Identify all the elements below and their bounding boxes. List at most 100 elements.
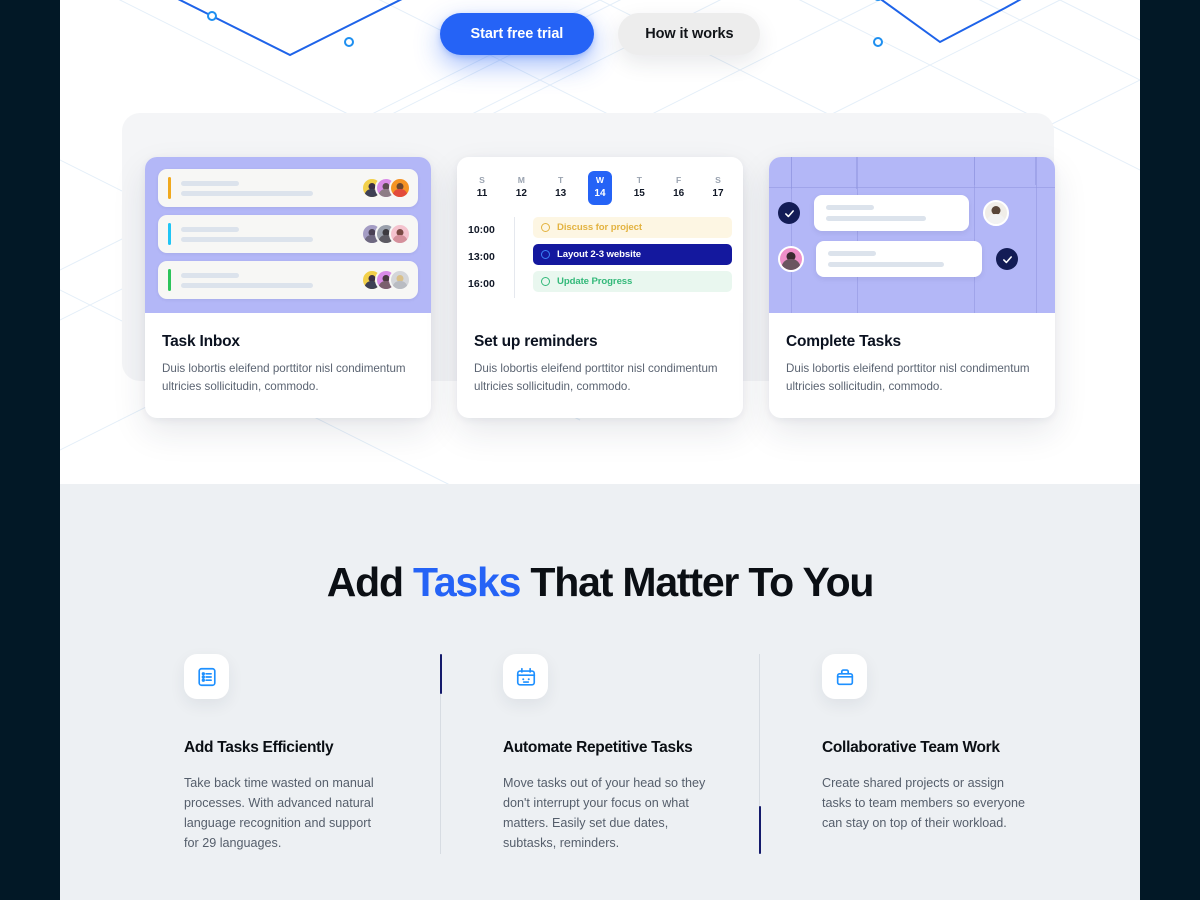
task-accent-bar: [168, 223, 171, 245]
list-checklist-icon: [184, 654, 229, 699]
day-of-week: S: [479, 175, 485, 185]
feature-column-add-tasks-efficiently: Add Tasks Efficiently Take back time was…: [122, 654, 440, 854]
task-row[interactable]: [158, 215, 418, 253]
features-section: Add Tasks That Matter To You Add Tasks E…: [60, 484, 1140, 900]
check-circle-icon[interactable]: [996, 248, 1018, 270]
feature-title: Collaborative Team Work: [822, 739, 1000, 756]
event-status-circle-icon: [541, 249, 550, 259]
day-number: 14: [594, 187, 606, 199]
avatar: [389, 177, 411, 199]
task-accent-bar: [168, 269, 171, 291]
avatar-group: [361, 269, 411, 291]
day-of-week: W: [595, 175, 605, 185]
day-of-week: F: [676, 175, 682, 185]
feature-description: Take back time wasted on manual processe…: [184, 776, 374, 850]
day-number: 16: [673, 187, 685, 199]
avatar: [983, 200, 1009, 226]
calendar-day[interactable]: T 15: [627, 171, 651, 205]
calendar-robot-icon: [503, 654, 548, 699]
preview-card-task-inbox[interactable]: Task Inbox Duis lobortis eleifend portti…: [145, 157, 431, 418]
calendar-day[interactable]: T 13: [549, 171, 573, 205]
task-inbox-visual: [145, 157, 431, 313]
card-title: Complete Tasks: [786, 333, 901, 350]
event-status-circle-icon: [541, 276, 550, 286]
feature-title: Add Tasks Efficiently: [184, 739, 334, 756]
feature-title: Automate Repetitive Tasks: [503, 739, 693, 756]
schedule-event-column: Discuss for project Layout 2-3 website U…: [514, 216, 732, 298]
calendar-schedule: 10:00 13:00 16:00 Discuss for project La…: [468, 216, 732, 298]
decorative-arc: [769, 187, 1055, 188]
calendar-day[interactable]: M 12: [509, 171, 533, 205]
avatar: [778, 246, 804, 272]
avatar-group: [361, 223, 411, 245]
calendar-day-strip: S 11 M 12 T 13 W 14 T 15 F 16 S 17: [468, 171, 732, 205]
schedule-time: 10:00: [468, 223, 495, 236]
day-number: 12: [515, 187, 527, 199]
decorative-arc: [974, 157, 1036, 185]
card-body: Set up reminders Duis lobortis eleifend …: [457, 313, 743, 418]
check-circle-icon[interactable]: [778, 202, 800, 224]
avatar-group: [361, 177, 411, 199]
headline-post: That Matter To You: [520, 559, 874, 605]
headline-accent: Tasks: [413, 559, 521, 605]
task-placeholder-card: [814, 195, 969, 231]
task-row[interactable]: [158, 169, 418, 207]
how-it-works-button[interactable]: How it works: [618, 13, 761, 55]
decorative-arc: [857, 157, 858, 313]
feature-description: Create shared projects or assign tasks t…: [822, 776, 1025, 830]
decorative-arc: [974, 157, 975, 313]
day-of-week: T: [636, 175, 642, 185]
schedule-event[interactable]: Discuss for project: [533, 216, 732, 238]
card-description: Duis lobortis eleifend porttitor nisl co…: [162, 362, 406, 393]
avatar: [389, 223, 411, 245]
event-label: Discuss for project: [557, 221, 643, 233]
schedule-time: 13:00: [468, 250, 495, 263]
event-status-circle-icon: [541, 222, 550, 232]
decorative-arc: [791, 157, 857, 189]
preview-card-complete-tasks[interactable]: Complete Tasks Duis lobortis eleifend po…: [769, 157, 1055, 418]
day-of-week: T: [558, 175, 564, 185]
day-number: 11: [476, 187, 488, 199]
day-number: 13: [555, 187, 567, 199]
day-number: 17: [712, 187, 724, 199]
event-label: Layout 2-3 website: [557, 248, 642, 260]
feature-column-automate-repetitive-tasks: Automate Repetitive Tasks Move tasks out…: [441, 654, 759, 854]
complete-task-item[interactable]: [778, 241, 1048, 277]
decorative-arc: [791, 157, 792, 313]
calendar-day[interactable]: F 16: [667, 171, 691, 205]
day-number: 15: [633, 187, 645, 199]
task-placeholder-lines: [181, 226, 361, 242]
day-of-week: M: [517, 175, 525, 185]
calendar-day-selected[interactable]: W 14: [587, 171, 612, 205]
complete-tasks-visual: [769, 157, 1055, 313]
avatar: [389, 269, 411, 291]
card-title: Task Inbox: [162, 333, 240, 350]
hero-section: Start free trial How it works Task Inbox…: [60, 0, 1140, 484]
features-grid: Add Tasks Efficiently Take back time was…: [60, 654, 1140, 854]
features-headline: Add Tasks That Matter To You: [60, 559, 1140, 606]
schedule-event-selected[interactable]: Layout 2-3 website: [533, 243, 732, 265]
preview-card-set-up-reminders[interactable]: S 11 M 12 T 13 W 14 T 15 F 16 S 17 10:00…: [457, 157, 743, 418]
feature-card-row: Task Inbox Duis lobortis eleifend portti…: [60, 157, 1140, 418]
task-placeholder-card: [816, 241, 982, 277]
calendar-day[interactable]: S 17: [706, 171, 730, 205]
task-row[interactable]: [158, 261, 418, 299]
start-free-trial-button[interactable]: Start free trial: [439, 13, 595, 55]
card-description: Duis lobortis eleifend porttitor nisl co…: [474, 362, 718, 393]
schedule-event[interactable]: Update Progress: [533, 270, 732, 292]
decorative-arc: [1036, 157, 1037, 313]
calendar-visual: S 11 M 12 T 13 W 14 T 15 F 16 S 17 10:00…: [457, 157, 743, 313]
card-body: Complete Tasks Duis lobortis eleifend po…: [769, 313, 1055, 418]
schedule-time-column: 10:00 13:00 16:00: [468, 217, 514, 298]
calendar-day[interactable]: S 11: [470, 171, 494, 205]
page-canvas: Start free trial How it works Task Inbox…: [60, 0, 1140, 900]
day-of-week: S: [715, 175, 721, 185]
task-placeholder-lines: [181, 272, 361, 288]
feature-description: Move tasks out of your head so they don'…: [503, 776, 706, 850]
card-title: Set up reminders: [474, 333, 598, 350]
feature-column-collaborative-team-work: Collaborative Team Work Create shared pr…: [760, 654, 1078, 854]
task-placeholder-lines: [181, 180, 361, 196]
card-description: Duis lobortis eleifend porttitor nisl co…: [786, 362, 1030, 393]
complete-task-item[interactable]: [778, 195, 1048, 231]
task-accent-bar: [168, 177, 171, 199]
